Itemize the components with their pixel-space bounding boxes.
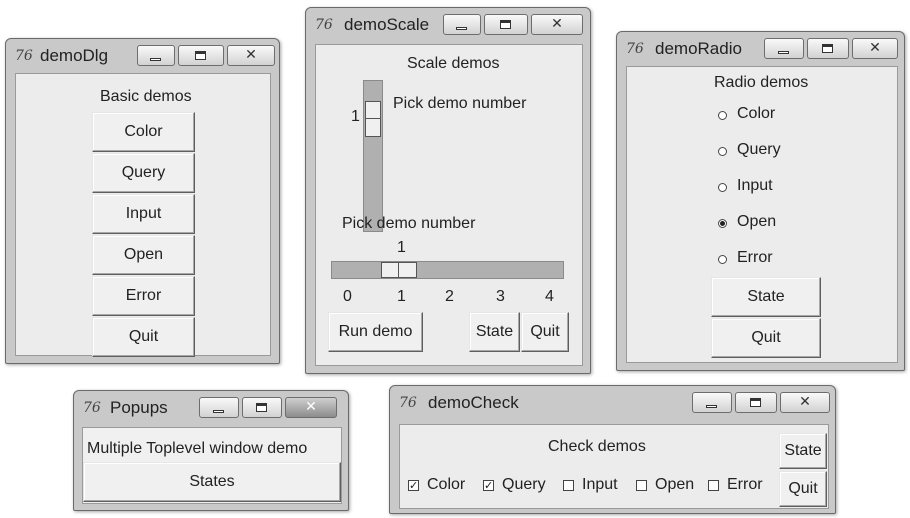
tk-feather-icon: 76 [83,400,101,416]
tk-feather-icon: 76 [399,395,417,411]
maximize-icon[interactable] [484,14,528,35]
radio-open-label[interactable]: Open [737,213,776,231]
states-button[interactable]: States [83,462,341,502]
maximize-icon[interactable] [735,392,777,413]
demodlg-titlebar[interactable]: 76 demoDlg ✕ [6,39,279,71]
tk-feather-icon: 76 [626,41,644,57]
scale-tick-0: 0 [343,288,352,305]
democheck-client: Check demos ✓ Color ✓ Query Input Open E… [399,424,829,509]
horizontal-scale-label: Pick demo number [342,215,476,232]
vertical-scale-slider-groove [366,118,380,119]
horizontal-scale-value: 1 [397,239,406,256]
radio-color-label[interactable]: Color [737,105,775,123]
scale-tick-4: 4 [545,288,554,305]
close-icon[interactable]: ✕ [227,45,275,66]
quit-button[interactable]: Quit [711,318,821,358]
check-color-label[interactable]: Color [427,476,465,494]
radio-demos-label: Radio demos [714,74,809,91]
minimize-icon[interactable] [443,14,481,35]
check-open-label[interactable]: Open [655,476,694,494]
demoscale-window: 76 demoScale ✕ Scale demos 1 Pick demo n… [305,7,591,374]
popups-title: Popups [110,398,168,417]
toplevel-demo-label: Multiple Toplevel window demo [87,440,308,457]
check-query[interactable]: ✓ [483,480,494,491]
popups-window: 76 Popups ✕ Multiple Toplevel window dem… [73,390,349,511]
demoscale-title: demoScale [344,15,430,34]
quit-button[interactable]: Quit [92,317,195,357]
check-query-label[interactable]: Query [502,476,546,494]
run-demo-button[interactable]: Run demo [328,312,423,352]
color-button[interactable]: Color [92,112,195,152]
state-button[interactable]: State [779,433,827,469]
query-button[interactable]: Query [92,153,195,193]
demodlg-client: Basic demos Color Query Input Open Error… [15,73,271,357]
check-demos-label: Check demos [548,438,646,455]
tk-feather-icon: 76 [315,17,333,33]
demodlg-title: demoDlg [40,46,109,65]
democheck-titlebar[interactable]: 76 demoCheck ✕ [390,386,835,418]
demoscale-titlebar[interactable]: 76 demoScale ✕ [306,8,590,40]
close-icon[interactable]: ✕ [285,397,337,418]
popups-titlebar[interactable]: 76 Popups ✕ [74,391,348,423]
democheck-window: 76 demoCheck ✕ Check demos ✓ Color ✓ Que… [389,385,836,514]
error-button[interactable]: Error [92,276,195,316]
scale-tick-3: 3 [496,288,505,305]
close-icon[interactable]: ✕ [852,38,898,59]
minimize-icon[interactable] [199,397,239,418]
radio-color[interactable] [718,111,727,120]
maximize-icon[interactable] [178,45,224,66]
demoradio-client: Radio demos Color Query Input Open Error… [626,66,898,363]
radio-error-label[interactable]: Error [737,249,773,267]
scale-tick-1: 1 [397,288,406,305]
check-input-label[interactable]: Input [582,476,618,494]
scale-tick-2: 2 [445,288,454,305]
scale-demos-label: Scale demos [407,55,500,72]
horizontal-scale-trough[interactable] [331,261,564,279]
check-open[interactable] [636,480,647,491]
demoradio-window: 76 demoRadio ✕ Radio demos Color Query I… [616,31,905,371]
minimize-icon[interactable] [764,38,804,59]
state-button[interactable]: State [469,312,520,352]
state-button[interactable]: State [711,277,821,317]
demoscale-client: Scale demos 1 Pick demo number Pick demo… [315,44,583,366]
vertical-scale-value: 1 [351,108,360,125]
vertical-scale-label: Pick demo number [393,95,527,112]
check-error[interactable] [708,480,719,491]
horizontal-scale-slider[interactable] [381,262,417,278]
minimize-icon[interactable] [137,45,175,66]
demodlg-window: 76 demoDlg ✕ Basic demos Color Query Inp… [5,38,280,364]
popups-client: Multiple Toplevel window demo States [82,427,342,504]
close-icon[interactable]: ✕ [531,14,583,35]
radio-query[interactable] [718,147,727,156]
check-input[interactable] [563,480,574,491]
close-icon[interactable]: ✕ [780,392,830,413]
radio-input[interactable] [718,183,727,192]
quit-button[interactable]: Quit [779,471,827,507]
radio-open[interactable] [718,219,727,228]
demoradio-title: demoRadio [655,39,742,58]
democheck-title: demoCheck [428,393,519,412]
tk-feather-icon: 76 [15,48,33,64]
maximize-icon[interactable] [242,397,282,418]
horizontal-scale-slider-groove [398,263,399,277]
demoradio-titlebar[interactable]: 76 demoRadio ✕ [617,32,904,64]
quit-button[interactable]: Quit [521,312,569,352]
input-button[interactable]: Input [92,194,195,234]
basic-demos-label: Basic demos [100,88,192,105]
minimize-icon[interactable] [692,392,732,413]
radio-query-label[interactable]: Query [737,141,781,159]
maximize-icon[interactable] [807,38,849,59]
open-button[interactable]: Open [92,235,195,275]
vertical-scale-slider[interactable] [365,101,381,137]
check-color[interactable]: ✓ [408,480,419,491]
radio-error[interactable] [718,255,727,264]
radio-input-label[interactable]: Input [737,177,773,195]
check-error-label[interactable]: Error [727,476,763,494]
